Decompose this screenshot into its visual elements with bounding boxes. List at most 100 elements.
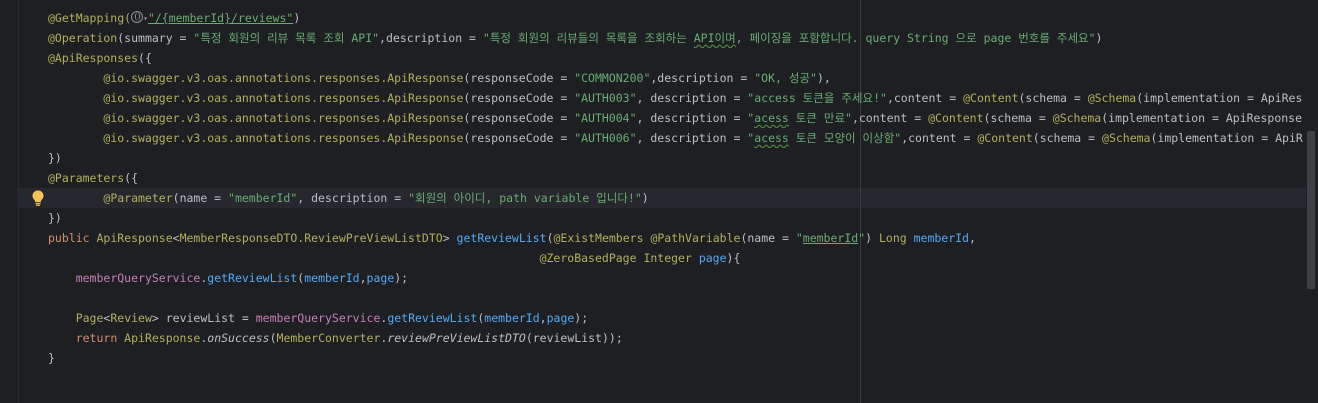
code-token: Review (110, 311, 152, 325)
code-token: ,content = (901, 131, 978, 145)
code-token: (schema = (1018, 91, 1088, 105)
code-line[interactable]: @Parameter(name = "memberId", descriptio… (48, 188, 1308, 208)
code-token: ( (546, 231, 554, 245)
code-token: @Schema (1102, 131, 1151, 145)
vertical-scrollbar[interactable] (1306, 0, 1318, 403)
code-token: @io.swagger.v3.oas.annotations.responses… (103, 131, 464, 145)
code-line[interactable]: return ApiResponse.onSuccess(MemberConve… (48, 328, 1308, 348)
code-token: acess (754, 111, 789, 125)
code-token: (schema = (983, 111, 1053, 125)
code-token: Page (75, 311, 104, 325)
code-token: @Operation (48, 31, 118, 45)
code-token: @PathVariable (650, 231, 741, 245)
code-token: , (968, 231, 976, 245)
code-token: ), (816, 71, 831, 85)
code-token: "AUTH006" (574, 131, 637, 145)
code-token: ); (394, 271, 409, 285)
code-line[interactable]: @io.swagger.v3.oas.annotations.responses… (48, 88, 1308, 108)
code-token: Long (878, 231, 914, 245)
code-token: (implementation = ApiRes (1136, 91, 1303, 105)
code-token: public (48, 231, 97, 245)
code-line[interactable]: @ApiResponses({ (48, 48, 1308, 68)
code-token: } (48, 351, 55, 365)
code-token: getReviewList (207, 271, 298, 285)
code-token: memberId (304, 271, 360, 285)
code-token: @Schema (1087, 91, 1137, 105)
code-line[interactable]: public ApiResponse<MemberResponseDTO.Rev… (48, 228, 1308, 248)
code-token: ); (574, 311, 589, 325)
code-line[interactable]: @io.swagger.v3.oas.annotations.responses… (48, 128, 1308, 148)
code-token: (reviewList)); (525, 331, 623, 345)
code-token: acess (754, 131, 789, 145)
code-line[interactable]: } (48, 348, 1308, 368)
code-token: ) (641, 191, 649, 205)
code-token: (summary = (117, 31, 194, 45)
code-token: , description = (636, 111, 748, 125)
code-token: @ApiResponses (48, 51, 139, 65)
code-token: ({ (138, 51, 152, 65)
code-token: (implementation = ApiResponse (1101, 111, 1303, 125)
code-line[interactable]: @Operation(summary = "특정 회원의 리뷰 목록 조회 AP… (48, 28, 1308, 48)
code-token: "/{memberId}/reviews" (147, 11, 294, 25)
code-token: onSuccess (207, 331, 270, 345)
code-token: memberQueryService (75, 271, 201, 285)
code-token: "AUTH003" (574, 91, 637, 105)
code-line[interactable]: @GetMapping(▾"/{memberId}/reviews") (48, 8, 1308, 28)
code-token: "memberId" (228, 191, 298, 205)
code-line[interactable] (48, 288, 1308, 308)
code-token: "AUTH004" (574, 111, 637, 125)
code-line[interactable]: memberQueryService.getReviewList(memberI… (48, 268, 1308, 288)
code-line[interactable]: @Parameters({ (48, 168, 1308, 188)
code-token: @Content (963, 91, 1019, 105)
editor-gutter[interactable] (0, 0, 19, 403)
code-line[interactable]: @ZeroBasedPage Integer page){ (48, 248, 1308, 268)
code-token: , description = (636, 131, 748, 145)
code-token: }) (48, 151, 62, 165)
code-token: MemberConverter (276, 331, 381, 345)
code-token: @io.swagger.v3.oas.annotations.responses… (103, 71, 464, 85)
code-line[interactable]: @io.swagger.v3.oas.annotations.responses… (48, 68, 1308, 88)
code-token: (name = (740, 231, 796, 245)
code-token: , (359, 271, 367, 285)
code-token: > reviewList = (151, 311, 256, 325)
code-token: ) (293, 11, 301, 25)
code-token: page (366, 271, 395, 285)
code-token: < (172, 231, 180, 245)
code-token: (responseCode = (463, 91, 575, 105)
code-line[interactable]: }) (48, 208, 1308, 228)
code-token: "특정 회원의 리뷰 목록 조회 API" (193, 31, 380, 45)
code-editor[interactable]: @GetMapping(▾"/{memberId}/reviews") @Oper… (0, 0, 1318, 403)
code-token: memberId (913, 231, 969, 245)
lightbulb-icon[interactable] (30, 189, 46, 207)
code-line[interactable]: Page<Review> reviewList = memberQuerySer… (48, 308, 1308, 328)
code-line[interactable]: }) (48, 148, 1308, 168)
code-token: ApiResponse (96, 231, 173, 245)
code-token: 토큰 만료" (788, 111, 852, 125)
code-token: (implementation = ApiR (1150, 131, 1303, 145)
code-token: @Content (977, 131, 1033, 145)
code-token: "OK, 성공" (754, 71, 817, 85)
code-token: @Parameters (48, 171, 125, 185)
code-token: API이며 (693, 31, 736, 45)
code-token: @Schema (1052, 111, 1102, 125)
code-token: reviewPreViewListDTO (387, 331, 526, 345)
code-token: (responseCode = (463, 111, 575, 125)
globe-icon[interactable]: ▾ (131, 11, 148, 25)
code-line[interactable]: @io.swagger.v3.oas.annotations.responses… (48, 108, 1308, 128)
code-token: memberId (484, 311, 540, 325)
code-token: "access 토큰을 주세요!" (747, 91, 887, 105)
scrollbar-thumb[interactable] (1307, 131, 1315, 289)
code-token: page (698, 251, 727, 265)
code-token: " (795, 231, 803, 245)
code-token: , (539, 311, 547, 325)
code-token: , description = (636, 91, 748, 105)
code-token: ) (865, 231, 879, 245)
code-token: memberId (802, 231, 859, 245)
